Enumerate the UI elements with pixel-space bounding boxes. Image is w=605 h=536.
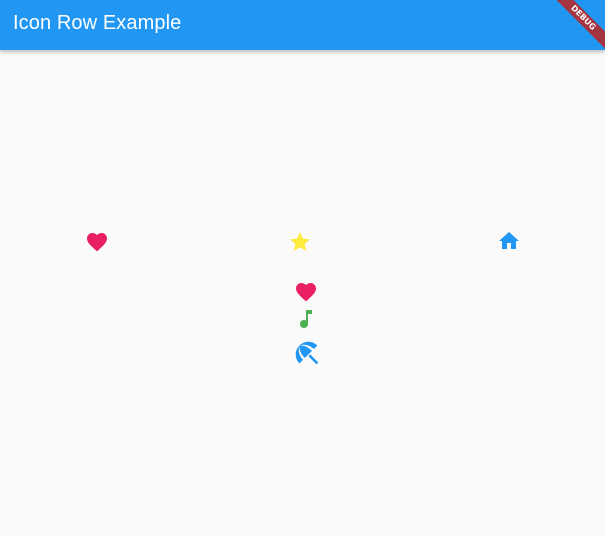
- heart-icon: [85, 230, 109, 254]
- star-icon: [288, 230, 312, 254]
- music-note-icon: [294, 307, 318, 331]
- heart-icon: [294, 280, 318, 304]
- home-icon: [497, 229, 521, 253]
- page-title: Icon Row Example: [13, 12, 182, 34]
- beach-umbrella-icon: [292, 338, 322, 368]
- debug-banner-label: DEBUG: [545, 0, 605, 50]
- app-bar: Icon Row Example DEBUG: [0, 0, 605, 50]
- debug-banner: DEBUG: [545, 0, 605, 50]
